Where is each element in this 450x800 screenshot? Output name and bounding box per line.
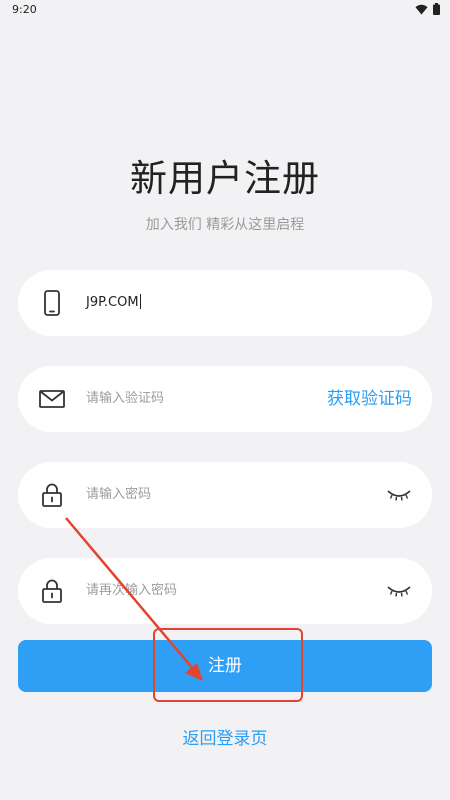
password-field[interactable]: 请输入密码	[18, 462, 432, 528]
password-input[interactable]: 请输入密码	[86, 462, 151, 528]
confirm-password-input[interactable]: 请再次输入密码	[86, 558, 177, 624]
battery-icon	[433, 3, 440, 15]
eye-closed-icon[interactable]	[386, 486, 412, 504]
eye-closed-icon[interactable]	[386, 582, 412, 600]
phone-input[interactable]: J9P.COM	[86, 270, 141, 336]
page-subtitle: 加入我们 精彩从这里启程	[145, 217, 305, 233]
wifi-icon	[415, 4, 428, 14]
get-code-button[interactable]: 获取验证码	[327, 366, 412, 432]
page-title: 新用户注册	[130, 157, 320, 200]
verification-code-input[interactable]: 请输入验证码	[86, 366, 164, 432]
text-cursor	[139, 294, 141, 309]
status-icons	[415, 3, 440, 15]
phone-field[interactable]: J9P.COM	[18, 270, 432, 336]
confirm-password-field[interactable]: 请再次输入密码	[18, 558, 432, 624]
lock-icon	[42, 579, 62, 603]
register-button[interactable]: 注册	[18, 640, 432, 692]
status-time: 9:20	[12, 3, 37, 16]
status-bar: 9:20	[0, 0, 450, 20]
back-to-login-link[interactable]: 返回登录页	[0, 724, 450, 749]
lock-icon	[42, 483, 62, 507]
verification-code-field[interactable]: 请输入验证码 获取验证码	[18, 366, 432, 432]
mail-icon	[39, 390, 65, 408]
phone-icon	[44, 290, 60, 316]
